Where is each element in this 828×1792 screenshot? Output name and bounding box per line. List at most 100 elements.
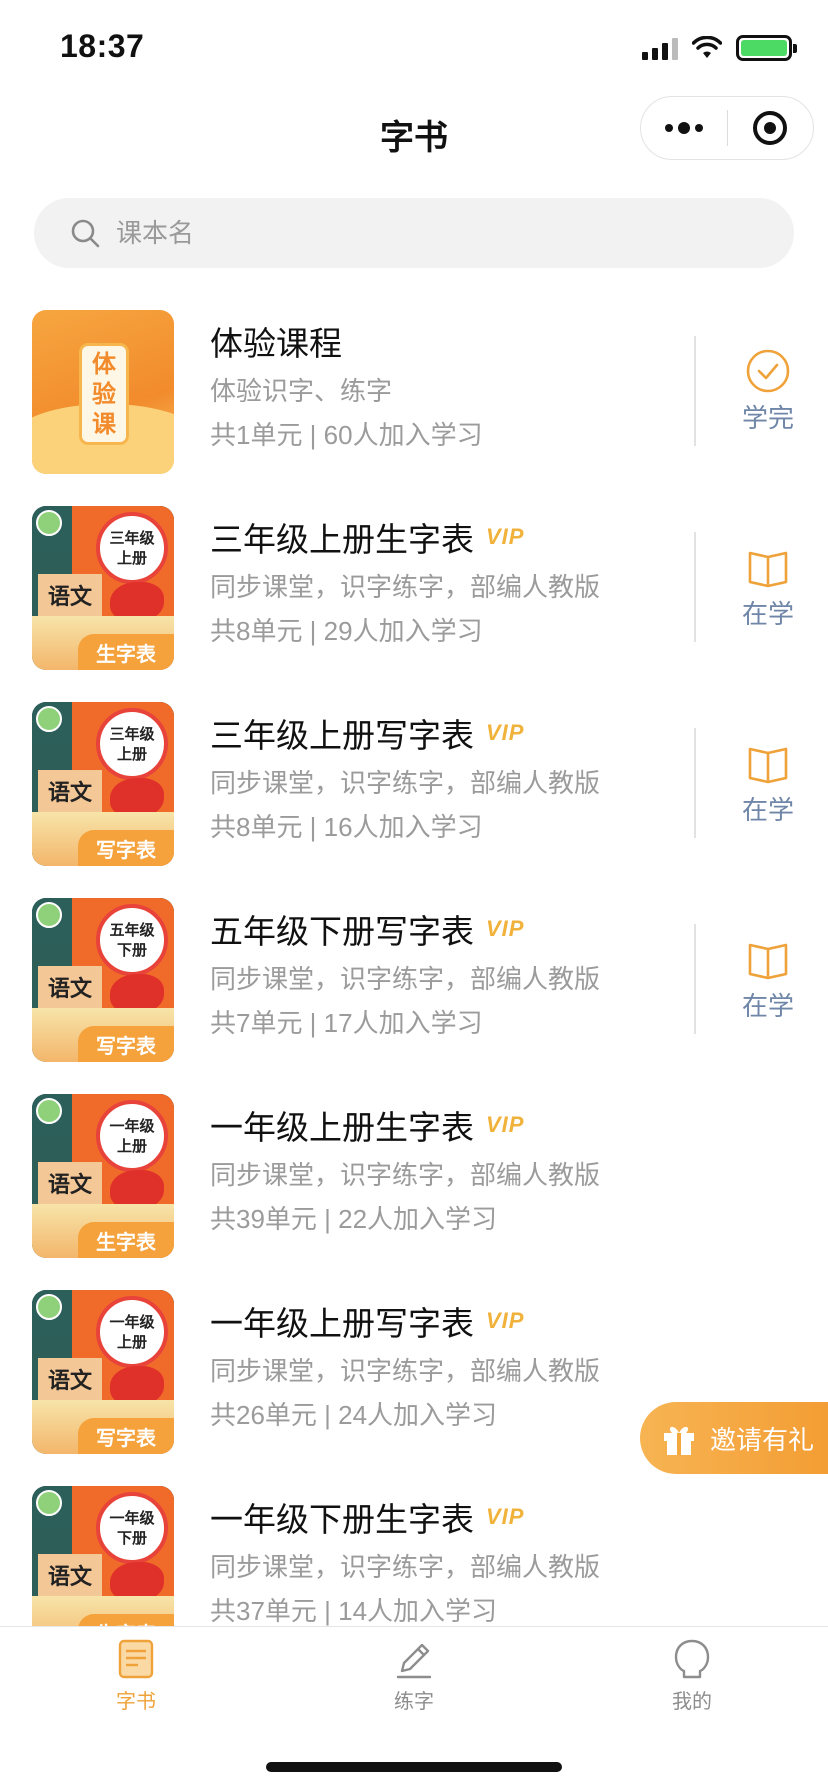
course-meta: 共7单元 | 17人加入学习 (210, 1008, 483, 1038)
status-label: 在学 (741, 991, 794, 1021)
open-book-icon (748, 943, 788, 980)
publisher-logo-icon (36, 1490, 62, 1516)
signal-icon (642, 36, 678, 60)
cover-tag: 生字表 (78, 1222, 174, 1258)
status-label: 在学 (741, 599, 794, 629)
course-item[interactable]: 体 验 课 体验课程 体验识字、练字 共1单元 | 60人加入学习 学完 (0, 310, 828, 506)
vip-badge: VIP (486, 1112, 525, 1137)
course-title: 三年级上册写字表 (210, 717, 474, 754)
invite-button[interactable]: 邀请有礼 (640, 1402, 828, 1474)
course-status[interactable]: 在学 (718, 544, 818, 631)
vip-badge: VIP (486, 916, 525, 941)
course-cover: 五年级 下册 语文 写字表 (32, 898, 174, 1062)
tab-label: 练字 (394, 1691, 434, 1713)
course-cover: 三年级 上册 语文 写字表 (32, 702, 174, 866)
status-label: 学完 (741, 403, 794, 433)
publisher-logo-icon (36, 510, 62, 536)
cover-grade: 三年级 上册 (96, 512, 168, 584)
vip-badge: VIP (486, 720, 525, 745)
tab-zishu[interactable]: 字书 (56, 1637, 216, 1714)
course-item[interactable]: 一年级下册 语文 生字表 一年级下册生字表 VIP 同步课堂，识字练字，部编人教… (0, 1486, 828, 1626)
course-title: 一年级下册生字表 (210, 1501, 474, 1538)
tab-wode[interactable]: 我的 (612, 1637, 772, 1714)
course-meta: 共8单元 | 16人加入学习 (210, 812, 483, 842)
course-status[interactable]: 在学 (718, 740, 818, 827)
cover-stamp: 体 验 课 (82, 346, 126, 442)
course-cover: 三年级 上册 语文 生字表 (32, 506, 174, 670)
target-icon (753, 111, 788, 145)
status-icons (642, 34, 797, 62)
mini-program-capsule (640, 96, 814, 160)
check-circle-icon (746, 349, 790, 393)
pencil-icon (396, 1643, 432, 1679)
nav-bar: 字书 (0, 96, 828, 186)
divider (694, 728, 696, 838)
status-label: 在学 (741, 795, 794, 825)
cover-subject: 语文 (38, 574, 102, 616)
more-button[interactable] (641, 97, 727, 159)
open-book-icon (748, 747, 788, 784)
publisher-logo-icon (36, 1294, 62, 1320)
tab-label: 我的 (672, 1691, 712, 1713)
vip-badge: VIP (486, 1308, 525, 1333)
course-item[interactable]: 一年级 上册 语文 生字表 一年级上册生字表 VIP 同步课堂，识字练字，部编人教… (0, 1094, 828, 1290)
profile-icon (674, 1639, 710, 1679)
course-cover: 一年级 上册 语文 写字表 (32, 1290, 174, 1454)
course-desc: 同步课堂，识字练字，部编人教版 (210, 768, 601, 798)
divider (694, 924, 696, 1034)
publisher-logo-icon (36, 1098, 62, 1124)
course-cover: 一年级下册 语文 生字表 (32, 1486, 174, 1626)
cover-tag: 写字表 (78, 1418, 174, 1454)
cover-subject: 语文 (38, 770, 102, 812)
course-desc: 同步课堂，识字练字，部编人教版 (210, 1356, 601, 1386)
cover-grade: 一年级 下册 (96, 1492, 168, 1564)
course-desc: 同步课堂，识字练字，部编人教版 (210, 964, 601, 994)
cover-subject: 语文 (38, 966, 102, 1008)
course-title: 一年级上册写字表 (210, 1305, 474, 1342)
course-meta: 共39单元 | 22人加入学习 (210, 1204, 498, 1234)
gift-icon (664, 1426, 694, 1455)
vip-badge: VIP (486, 524, 525, 549)
cover-grade: 一年级 上册 (96, 1100, 168, 1172)
wifi-icon (692, 36, 722, 58)
cover-grade: 一年级 上册 (96, 1296, 168, 1368)
tab-lianzi[interactable]: 练字 (334, 1637, 494, 1714)
course-meta: 共37单元 | 14人加入学习 (210, 1596, 498, 1626)
course-desc: 体验识字、练字 (210, 376, 393, 406)
cover-grade: 五年级 下册 (96, 904, 168, 976)
course-meta: 共26单元 | 24人加入学习 (210, 1400, 498, 1430)
cover-subject: 语文 (38, 1358, 102, 1400)
course-item[interactable]: 三年级 上册 语文 写字表 三年级上册写字表 VIP 同步课堂，识字练字，部编人教… (0, 702, 828, 898)
publisher-logo-icon (36, 902, 62, 928)
course-status[interactable]: 学完 (718, 348, 818, 435)
course-meta: 共1单元 | 60人加入学习 (210, 420, 483, 450)
course-cover: 体 验 课 (32, 310, 174, 474)
divider (694, 336, 696, 446)
course-title: 三年级上册生字表 (210, 521, 474, 558)
cover-subject: 语文 (38, 1162, 102, 1204)
cover-grade: 三年级 上册 (96, 708, 168, 780)
cover-tag: 写字表 (78, 1026, 174, 1062)
course-cover: 一年级 上册 语文 生字表 (32, 1094, 174, 1258)
publisher-logo-icon (36, 706, 62, 732)
book-icon (118, 1639, 154, 1679)
search-bar[interactable] (34, 198, 794, 268)
course-item[interactable]: 五年级 下册 语文 写字表 五年级下册写字表 VIP 同步课堂，识字练字，部编人教… (0, 898, 828, 1094)
tab-label: 字书 (116, 1691, 156, 1713)
cover-tag: 写字表 (78, 830, 174, 866)
search-icon (71, 219, 100, 248)
search-input[interactable] (116, 217, 716, 249)
divider (694, 532, 696, 642)
cover-tag: 生字表 (78, 634, 174, 670)
course-status[interactable]: 在学 (718, 936, 818, 1023)
course-desc: 同步课堂，识字练字，部编人教版 (210, 572, 601, 602)
battery-icon (736, 35, 797, 61)
vip-badge: VIP (486, 1504, 525, 1529)
course-desc: 同步课堂，识字练字，部编人教版 (210, 1160, 601, 1190)
course-title: 一年级上册生字表 (210, 1109, 474, 1146)
open-book-icon (748, 551, 788, 588)
status-time: 18:37 (60, 28, 145, 64)
close-program-button[interactable] (728, 97, 814, 159)
course-title: 五年级下册写字表 (210, 913, 474, 950)
course-item[interactable]: 三年级 上册 语文 生字表 三年级上册生字表 VIP 同步课堂，识字练字，部编人教… (0, 506, 828, 702)
